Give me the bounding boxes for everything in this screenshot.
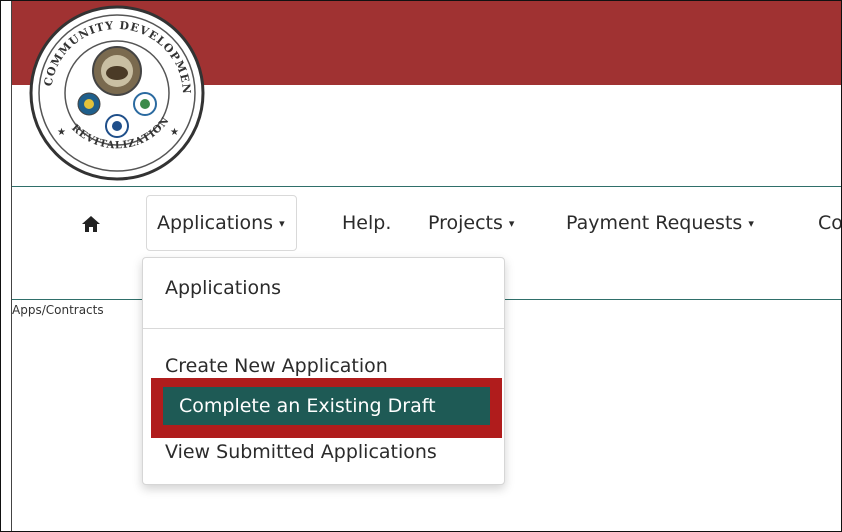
chevron-down-icon: ▾ (508, 217, 515, 230)
nav-top-divider (12, 186, 841, 187)
chevron-down-icon: ▾ (748, 217, 754, 230)
highlight-annotation: Complete an Existing Draft (151, 378, 502, 438)
svg-text:★: ★ (170, 127, 179, 138)
dropdown-menu-applications[interactable]: Applications (165, 277, 281, 299)
home-icon[interactable] (81, 195, 105, 251)
dropdown-menu-complete-existing-draft[interactable]: Complete an Existing Draft (163, 387, 490, 425)
applications-dropdown-menu: Applications Create New Application View… (142, 257, 505, 485)
community-development-seal-logo: COMMUNITY DEVELOPMENT REVITALIZATION ★ ★ (27, 3, 205, 181)
nav-applications-dropdown[interactable]: Applications ▾ (146, 195, 297, 251)
nav-applications-label: Applications (157, 212, 274, 234)
chevron-down-icon: ▾ (279, 217, 285, 230)
breadcrumb: Apps/Contracts (12, 303, 104, 317)
nav-payment-requests-label: Payment Requests (566, 212, 743, 234)
nav-payment-requests-dropdown[interactable]: Payment Requests ▾ (566, 195, 754, 251)
dropdown-menu-create-new-application[interactable]: Create New Application (165, 355, 388, 377)
main-navigation: Applications ▾ Help. Projects ▾ Payment Re… (1, 195, 841, 251)
dropdown-menu-view-submitted-applications[interactable]: View Submitted Applications (165, 441, 437, 463)
nav-truncated-item[interactable]: Co (818, 195, 841, 251)
app-window: COMMUNITY DEVELOPMENT REVITALIZATION ★ ★… (0, 0, 842, 532)
svg-text:★: ★ (57, 127, 66, 138)
nav-projects-label: Projects (428, 212, 503, 234)
left-border (11, 1, 12, 531)
dropdown-divider (143, 328, 504, 329)
nav-projects-dropdown[interactable]: Projects ▾ (428, 195, 514, 251)
nav-help-link[interactable]: Help. (342, 195, 391, 251)
